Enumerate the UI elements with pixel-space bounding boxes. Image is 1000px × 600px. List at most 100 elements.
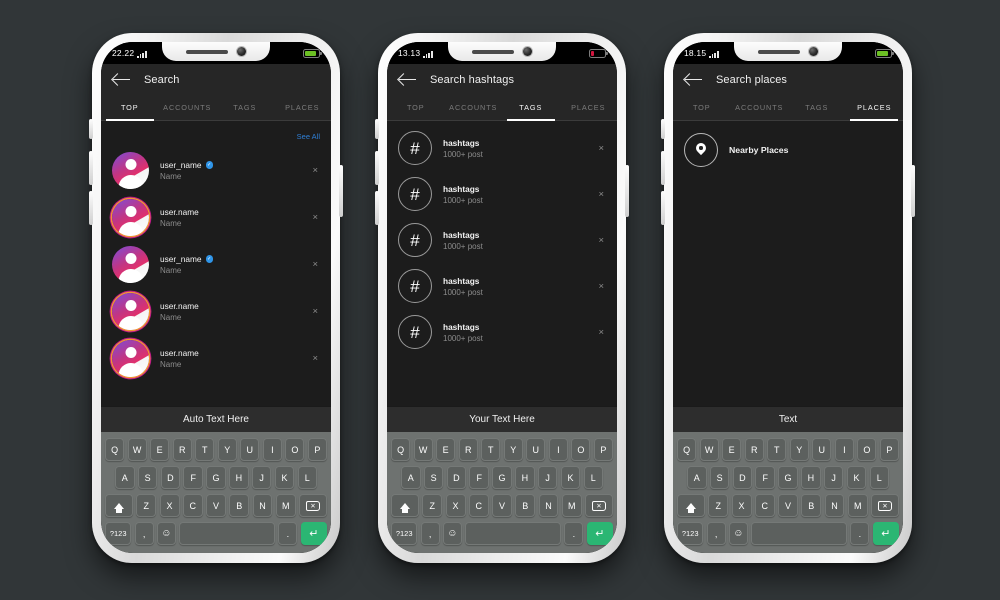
backspace-icon[interactable]: ✕ xyxy=(584,494,613,517)
key-n[interactable]: N xyxy=(538,494,559,517)
suggestion-bar-1[interactable]: Auto Text Here xyxy=(101,406,331,432)
emoji-icon[interactable]: ☺ xyxy=(728,522,748,545)
power-button-1[interactable] xyxy=(339,165,343,217)
backspace-icon[interactable]: ✕ xyxy=(298,494,327,517)
symbols-key[interactable]: ?123 xyxy=(677,522,704,545)
key-h[interactable]: H xyxy=(229,466,249,489)
key-x[interactable]: X xyxy=(445,494,466,517)
comma-key[interactable]: , xyxy=(134,522,154,545)
remove-icon[interactable]: × xyxy=(596,189,606,200)
list-item[interactable]: user_name ✓ Name × xyxy=(101,147,331,194)
key-h[interactable]: H xyxy=(801,466,821,489)
key-t[interactable]: T xyxy=(767,438,787,461)
key-m[interactable]: M xyxy=(275,494,296,517)
key-k[interactable]: K xyxy=(274,466,295,489)
comma-key[interactable]: , xyxy=(420,522,440,545)
back-arrow-icon-3[interactable] xyxy=(685,73,702,86)
tab-tags-1[interactable]: TAGS xyxy=(216,94,274,120)
key-f[interactable]: F xyxy=(183,466,203,489)
key-q[interactable]: Q xyxy=(105,438,125,461)
key-k[interactable]: K xyxy=(560,466,581,489)
volume-down-button-1[interactable] xyxy=(89,191,93,225)
symbols-key[interactable]: ?123 xyxy=(105,522,132,545)
list-item[interactable]: Nearby Places xyxy=(673,127,903,173)
period-key[interactable]: . xyxy=(564,522,584,545)
silent-switch-2[interactable] xyxy=(375,119,379,139)
tab-accounts-2[interactable]: ACCOUNTS xyxy=(445,94,503,120)
key-v[interactable]: V xyxy=(778,494,798,517)
key-d[interactable]: D xyxy=(446,466,467,489)
key-z[interactable]: Z xyxy=(422,494,443,517)
key-y[interactable]: Y xyxy=(503,438,523,461)
suggestion-bar-2[interactable]: Your Text Here xyxy=(387,406,617,432)
space-key[interactable] xyxy=(751,522,848,545)
comma-key[interactable]: , xyxy=(706,522,726,545)
key-w[interactable]: W xyxy=(699,438,719,461)
key-b[interactable]: B xyxy=(801,494,822,517)
key-n[interactable]: N xyxy=(824,494,845,517)
key-i[interactable]: I xyxy=(262,438,282,461)
key-t[interactable]: T xyxy=(481,438,501,461)
key-r[interactable]: R xyxy=(744,438,764,461)
volume-down-button-2[interactable] xyxy=(375,191,379,225)
remove-icon[interactable]: × xyxy=(596,327,606,338)
key-q[interactable]: Q xyxy=(677,438,697,461)
backspace-icon[interactable]: ✕ xyxy=(870,494,899,517)
shift-icon[interactable] xyxy=(391,494,420,517)
list-item[interactable]: user.name Name × xyxy=(101,288,331,335)
list-item[interactable]: user.name Name × xyxy=(101,194,331,241)
shift-icon[interactable] xyxy=(105,494,134,517)
back-arrow-icon-2[interactable] xyxy=(399,73,416,86)
key-j[interactable]: J xyxy=(537,466,558,489)
key-m[interactable]: M xyxy=(561,494,582,517)
key-e[interactable]: E xyxy=(150,438,170,461)
key-c[interactable]: C xyxy=(182,494,203,517)
key-u[interactable]: U xyxy=(812,438,832,461)
key-b[interactable]: B xyxy=(229,494,250,517)
enter-key[interactable]: ↵ xyxy=(872,522,899,545)
remove-icon[interactable]: × xyxy=(310,306,320,317)
key-l[interactable]: L xyxy=(297,466,318,489)
space-key[interactable] xyxy=(465,522,562,545)
symbols-key[interactable]: ?123 xyxy=(391,522,418,545)
key-m[interactable]: M xyxy=(847,494,868,517)
period-key[interactable]: . xyxy=(278,522,298,545)
back-arrow-icon-1[interactable] xyxy=(113,73,130,86)
key-f[interactable]: F xyxy=(469,466,489,489)
list-item[interactable]: # hashtags 1000+ post × xyxy=(387,309,617,355)
key-a[interactable]: A xyxy=(687,466,707,489)
key-u[interactable]: U xyxy=(526,438,546,461)
key-g[interactable]: G xyxy=(206,466,226,489)
key-y[interactable]: Y xyxy=(217,438,237,461)
volume-up-button-3[interactable] xyxy=(661,151,665,185)
key-z[interactable]: Z xyxy=(708,494,729,517)
volume-up-button-2[interactable] xyxy=(375,151,379,185)
key-k[interactable]: K xyxy=(846,466,867,489)
key-g[interactable]: G xyxy=(492,466,512,489)
key-z[interactable]: Z xyxy=(136,494,157,517)
key-s[interactable]: S xyxy=(137,466,158,489)
tab-tags-3[interactable]: TAGS xyxy=(788,94,846,120)
key-c[interactable]: C xyxy=(754,494,775,517)
key-w[interactable]: W xyxy=(127,438,147,461)
key-o[interactable]: O xyxy=(571,438,591,461)
enter-key[interactable]: ↵ xyxy=(300,522,327,545)
tab-accounts-3[interactable]: ACCOUNTS xyxy=(731,94,789,120)
key-f[interactable]: F xyxy=(755,466,775,489)
key-e[interactable]: E xyxy=(722,438,742,461)
enter-key[interactable]: ↵ xyxy=(586,522,613,545)
key-v[interactable]: V xyxy=(206,494,226,517)
list-item[interactable]: # hashtags 1000+ post × xyxy=(387,217,617,263)
key-y[interactable]: Y xyxy=(789,438,809,461)
power-button-3[interactable] xyxy=(911,165,915,217)
silent-switch-1[interactable] xyxy=(89,119,93,139)
key-t[interactable]: T xyxy=(195,438,215,461)
tab-places-1[interactable]: PLACES xyxy=(274,94,332,120)
key-s[interactable]: S xyxy=(709,466,730,489)
emoji-icon[interactable]: ☺ xyxy=(442,522,462,545)
key-p[interactable]: P xyxy=(307,438,328,461)
remove-icon[interactable]: × xyxy=(310,259,320,270)
list-item[interactable]: # hashtags 1000+ post × xyxy=(387,125,617,171)
key-p[interactable]: P xyxy=(593,438,614,461)
key-n[interactable]: N xyxy=(252,494,273,517)
